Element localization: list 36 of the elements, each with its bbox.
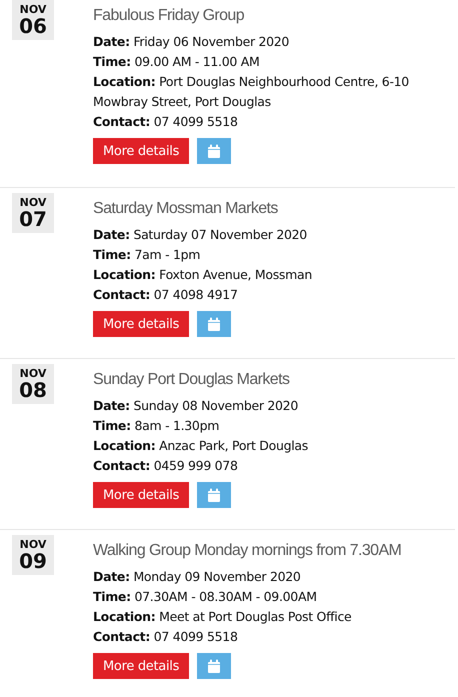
calendar-button[interactable] xyxy=(197,482,232,508)
date-badge: NOV 07 xyxy=(12,193,54,233)
event-detail: Date: Friday 06 November 2020 xyxy=(93,33,290,51)
event-detail: Contact: 07 4099 5518 xyxy=(93,628,239,646)
calendar-icon xyxy=(207,317,222,331)
event-detail: Contact: 07 4099 5518 xyxy=(93,113,239,131)
event-detail: Date: Sunday 08 November 2020 xyxy=(93,397,299,415)
event-detail: Contact: 07 4098 4917 xyxy=(93,286,239,304)
event-title[interactable]: Sunday Port Douglas Markets xyxy=(93,368,455,392)
date-badge: NOV 08 xyxy=(12,364,54,404)
event-title[interactable]: Fabulous Friday Group xyxy=(93,4,455,28)
more-details-button[interactable]: More details xyxy=(93,653,190,679)
calendar-icon xyxy=(207,659,222,673)
more-details-button[interactable]: More details xyxy=(93,482,190,508)
event-detail: Location: Anzac Park, Port Douglas xyxy=(93,437,309,455)
event-detail: Location: Foxton Avenue, Mossman xyxy=(93,266,313,284)
event-detail: Contact: 0459 999 078 xyxy=(93,457,239,475)
calendar-button[interactable] xyxy=(197,311,232,337)
event-detail: Date: Saturday 07 November 2020 xyxy=(93,226,308,244)
more-details-button[interactable]: More details xyxy=(93,138,190,164)
calendar-icon xyxy=(207,144,222,158)
calendar-button[interactable] xyxy=(197,653,232,679)
date-badge: NOV 06 xyxy=(12,0,54,40)
event-detail: Time: 07.30AM - 08.30AM - 09.00AM xyxy=(93,588,318,606)
event-detail: Location: Meet at Port Douglas Post Office xyxy=(93,608,352,626)
event-title[interactable]: Saturday Mossman Markets xyxy=(93,197,455,221)
calendar-button[interactable] xyxy=(197,138,232,164)
date-badge: NOV 09 xyxy=(12,535,54,575)
event-detail: Time: 8am - 1.30pm xyxy=(93,417,220,435)
calendar-icon xyxy=(207,488,222,502)
event-title[interactable]: Walking Group Monday mornings from 7.30AM xyxy=(93,539,455,563)
event-detail: Time: 7am - 1pm xyxy=(93,246,202,264)
more-details-button[interactable]: More details xyxy=(93,311,190,337)
event-detail: Time: 09.00 AM - 11.00 AM xyxy=(93,53,260,71)
event-detail: Location: Port Douglas Neighbourhood Centre, 6-10 Mowbray Street, Port Douglas xyxy=(93,73,410,111)
event-detail: Date: Monday 09 November 2020 xyxy=(93,568,302,586)
